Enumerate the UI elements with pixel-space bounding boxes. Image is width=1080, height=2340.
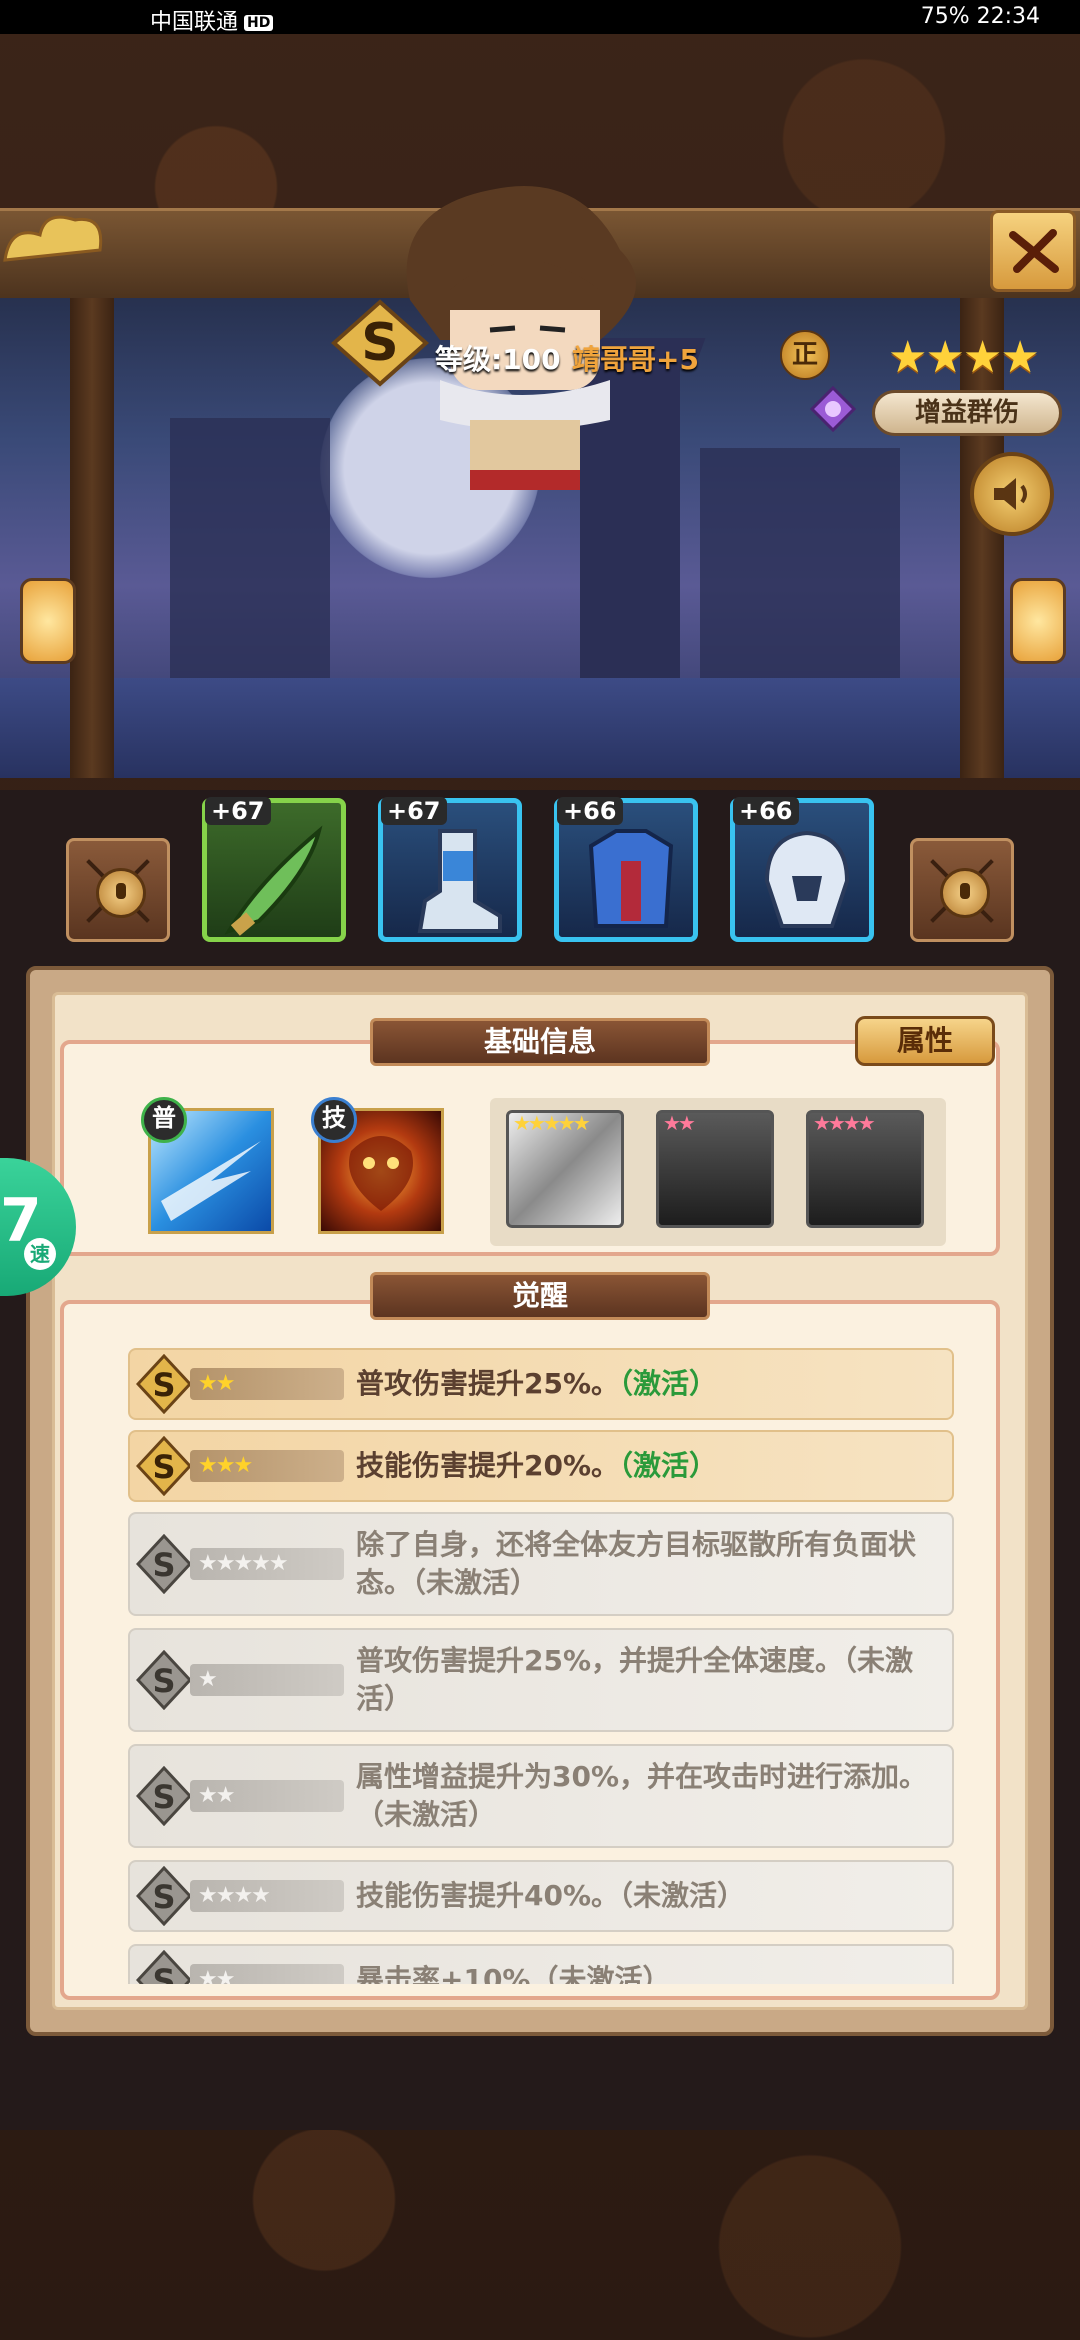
svg-text:S: S <box>152 1962 175 1984</box>
awaken-row: S ★★★★ 技能伤害提升40%。（未激活） <box>128 1860 954 1932</box>
battery-time: 75% 22:34 <box>920 4 1040 29</box>
svg-text:S: S <box>152 1546 175 1584</box>
faction-badge: 正 <box>780 330 830 380</box>
row-stars: ★★ <box>190 1780 344 1812</box>
equip-slot-boots[interactable]: +67 <box>378 797 522 942</box>
close-icon <box>1009 229 1059 273</box>
active-skill[interactable]: 技 <box>311 1097 444 1234</box>
rank-s-icon: S <box>136 1534 192 1594</box>
lock-icon <box>940 868 990 918</box>
building-right <box>700 448 900 688</box>
locked-slot-right[interactable] <box>910 838 1014 942</box>
svg-text:S: S <box>152 1448 175 1486</box>
cloud-ornament <box>3 215 103 262</box>
helmet-icon <box>764 830 850 928</box>
awaken-row: S ★★ 暴击率+10%（未激活） <box>128 1944 954 1984</box>
awaken-row: S ★★ 属性增益提升为30%，并在攻击时进行添加。（未激活） <box>128 1744 954 1848</box>
carrier-name: 中国联通 HD <box>150 4 274 36</box>
row-description: 普攻伤害提升25%。（激活） <box>356 1367 718 1400</box>
attribute-button[interactable]: 属性 <box>855 1016 995 1066</box>
skill-tag: 普 <box>141 1097 187 1143</box>
row-stars: ★★ <box>190 1368 344 1400</box>
speed-label: 速 <box>24 1238 56 1270</box>
awaken-icon-3[interactable]: ★★★★ <box>806 1110 924 1228</box>
row-description: 普攻伤害提升25%，并提升全体速度。（未激活） <box>356 1644 914 1715</box>
svg-text:S: S <box>152 1662 175 1700</box>
hd-badge: HD <box>244 15 274 31</box>
awaken-row: S ★★★★★ 除了自身，还将全体友方目标驱散所有负面状态。（未激活） <box>128 1512 954 1616</box>
building-left <box>170 418 330 688</box>
rank-s-icon: S <box>136 1650 192 1710</box>
awaken-stars: ★★ <box>663 1111 696 1135</box>
rank-s-icon: S <box>136 1354 192 1414</box>
lantern-left <box>20 578 76 664</box>
armor-icon <box>588 829 674 928</box>
rank-s-icon: S <box>136 1436 192 1496</box>
buff-type-icon <box>810 386 856 432</box>
row-description: 技能伤害提升40%。（未激活） <box>356 1879 746 1912</box>
awaken-title: 觉醒 <box>370 1272 710 1320</box>
basic-info-title: 基础信息 <box>370 1018 710 1066</box>
awaken-stars: ★★★★★ <box>513 1111 591 1135</box>
svg-text:S: S <box>361 313 398 373</box>
speaker-icon <box>994 478 1027 510</box>
hero-level: 等级:100 <box>435 343 561 376</box>
row-stars: ★★ <box>190 1964 344 1984</box>
awaken-row: S ★ 普攻伤害提升25%，并提升全体速度。（未激活） <box>128 1628 954 1732</box>
locked-slot-left[interactable] <box>66 838 170 942</box>
row-description: 除了自身，还将全体友方目标驱散所有负面状态。（未激活） <box>356 1528 917 1599</box>
svg-text:S: S <box>152 1878 175 1916</box>
hero-stars: ★★★★ <box>888 332 1040 383</box>
row-description: 暴击率+10%（未激活） <box>356 1963 671 1984</box>
awaken-row: S ★★★ 技能伤害提升20%。（激活） <box>128 1430 954 1502</box>
row-stars: ★★★★★ <box>190 1548 344 1580</box>
awaken-row: S ★★ 普攻伤害提升25%。（激活） <box>128 1348 954 1420</box>
skill-tag: 技 <box>311 1097 357 1143</box>
row-description: 技能伤害提升20%。（激活） <box>356 1449 718 1482</box>
svg-text:S: S <box>152 1366 175 1404</box>
svg-text:S: S <box>152 1778 175 1816</box>
hero-name: 靖哥哥+5 <box>572 343 699 376</box>
awaken-stars: ★★★★ <box>813 1111 876 1135</box>
boots-icon <box>417 829 502 933</box>
normal-attack-skill[interactable]: 普 <box>141 1097 274 1234</box>
row-stars: ★ <box>190 1664 344 1696</box>
voice-button[interactable] <box>970 452 1054 536</box>
equip-slot-weapon[interactable]: +67 <box>202 797 346 942</box>
rank-s-badge: S <box>330 299 430 387</box>
rank-s-icon: S <box>136 1766 192 1826</box>
awaken-list[interactable]: S ★★ 普攻伤害提升25%。（激活） S ★★★ 技能伤害提升20%。（激活）… <box>128 1340 956 1984</box>
pillar-left <box>70 298 114 778</box>
row-stars: ★★★ <box>190 1450 344 1482</box>
buff-tag: 增益群伤 <box>872 390 1062 436</box>
status-bar: 中国联通 HD 75% 22:34 <box>0 0 1080 36</box>
row-description: 属性增益提升为30%，并在攻击时进行添加。（未激活） <box>356 1760 928 1831</box>
equip-slot-armor[interactable]: +66 <box>554 797 698 942</box>
equip-slot-helmet[interactable]: +66 <box>730 797 874 942</box>
awaken-icon-1[interactable]: ★★★★★ <box>506 1110 624 1228</box>
awaken-icon-2[interactable]: ★★ <box>656 1110 774 1228</box>
row-stars: ★★★★ <box>190 1880 344 1912</box>
rank-s-icon: S <box>136 1950 192 1984</box>
close-button[interactable] <box>990 210 1076 292</box>
lantern-right <box>1010 578 1066 664</box>
lock-icon <box>96 868 146 918</box>
sword-icon <box>224 825 323 936</box>
water <box>0 678 1080 778</box>
rank-s-icon: S <box>136 1866 192 1926</box>
